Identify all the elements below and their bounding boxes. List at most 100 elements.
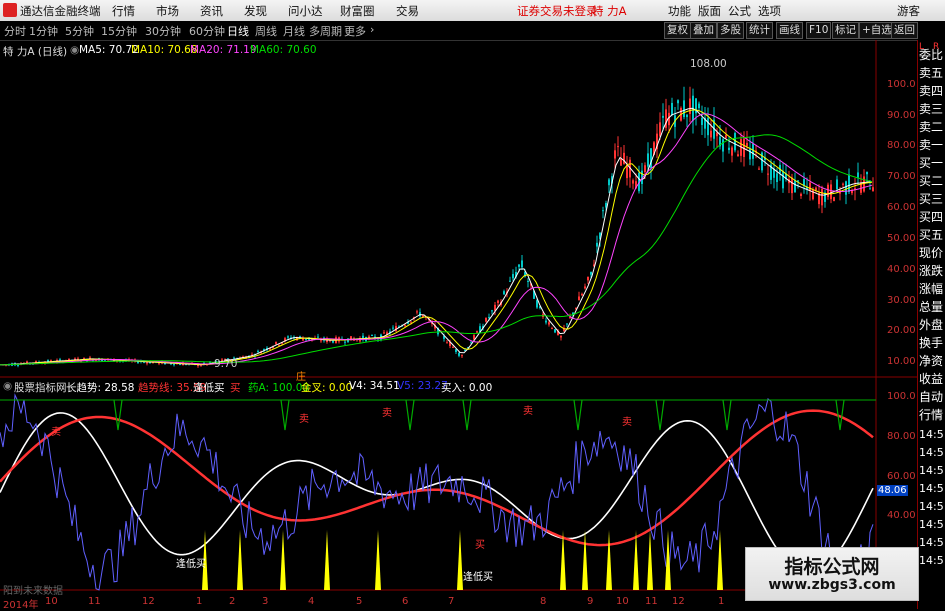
period-weekly[interactable]: 周线 <box>255 23 277 39</box>
period-5min[interactable]: 5分钟 <box>65 23 94 39</box>
indicator-item: 金叉: 0.00 <box>301 382 353 394</box>
back-button[interactable]: 返回 <box>891 22 918 39</box>
period-15min[interactable]: 15分钟 <box>101 23 137 39</box>
side-item[interactable]: 买四 <box>919 208 945 226</box>
side-item[interactable]: 自动 <box>919 388 945 406</box>
side-item[interactable]: 净资 <box>919 352 945 370</box>
candle-body <box>746 142 748 146</box>
time-item: 14:5 <box>919 446 944 459</box>
period-monthly[interactable]: 月线 <box>283 23 305 39</box>
period-60min[interactable]: 60分钟 <box>189 23 225 39</box>
f10-button[interactable]: F10 <box>806 22 832 39</box>
candle-body <box>491 310 493 312</box>
buy-dip-annotation: 逢低买 <box>176 559 206 570</box>
candle-body <box>371 335 373 337</box>
side-item[interactable]: 行情 <box>919 406 945 424</box>
candle-body <box>545 320 547 323</box>
candle-body <box>410 321 412 323</box>
side-item[interactable]: 卖一 <box>919 136 945 154</box>
side-item[interactable]: 总量 <box>919 298 945 316</box>
chart-canvas[interactable] <box>0 40 917 609</box>
candle-body <box>416 311 418 313</box>
period-fenshi[interactable]: 分时 <box>4 23 26 39</box>
candle-body <box>305 339 307 341</box>
green-spike <box>655 399 665 431</box>
menu-wenxiaoda[interactable]: 问小达 <box>288 3 323 19</box>
menu-faxian[interactable]: 发现 <box>244 3 267 19</box>
period-more[interactable]: 更多 <box>344 23 366 39</box>
fuquan-button[interactable]: 复权 <box>664 22 691 39</box>
candle-body <box>800 193 802 197</box>
tongji-button[interactable]: 统计 <box>746 22 773 39</box>
menu-jiaoyi[interactable]: 交易 <box>396 3 419 19</box>
menu-caifuquan[interactable]: 财富圈 <box>340 3 375 19</box>
candle-body <box>584 286 586 289</box>
candle-body <box>560 335 562 338</box>
more-arrow-icon[interactable]: › <box>370 23 374 36</box>
menu-gongneng[interactable]: 功能 <box>668 3 691 19</box>
low-price-label: 9.70 <box>214 358 238 370</box>
menu-xuanxiang[interactable]: 选项 <box>758 3 781 19</box>
menu-zixun[interactable]: 资讯 <box>200 3 223 19</box>
side-item[interactable]: 买二 <box>919 172 945 190</box>
menu-hangqing[interactable]: 行情 <box>112 3 135 19</box>
login-warning[interactable]: 证券交易未登录 <box>517 3 598 19</box>
candle-body <box>689 98 691 115</box>
candle-body <box>845 181 847 195</box>
menu-banmian[interactable]: 版面 <box>698 3 721 19</box>
side-item[interactable]: 现价 <box>919 244 945 262</box>
period-1min[interactable]: 1分钟 <box>29 23 58 39</box>
side-item[interactable]: 卖三 <box>919 100 945 118</box>
indicator-ytick: 60.00 <box>887 471 916 482</box>
side-item[interactable]: 卖四 <box>919 82 945 100</box>
price-ytick: 30.00 <box>887 295 916 306</box>
candle-body <box>659 122 661 137</box>
price-ytick: 10.00 <box>887 356 916 367</box>
side-item[interactable]: 卖五 <box>919 64 945 82</box>
indicator-settings-icon[interactable]: ◉ <box>3 380 12 392</box>
side-item[interactable]: 卖二 <box>919 118 945 136</box>
period-multi[interactable]: 多周期 <box>309 23 342 39</box>
side-item[interactable]: 买三 <box>919 190 945 208</box>
signal-bar <box>606 530 612 590</box>
side-item[interactable]: 换手 <box>919 334 945 352</box>
period-30min[interactable]: 30分钟 <box>145 23 181 39</box>
duogu-button[interactable]: 多股 <box>717 22 744 39</box>
candle-body <box>302 338 304 341</box>
side-item[interactable]: 涨幅 <box>919 280 945 298</box>
candle-body <box>794 180 796 193</box>
green-spike <box>573 399 583 431</box>
guest-label[interactable]: 游客 <box>897 3 920 19</box>
signal-bar <box>375 530 381 590</box>
candle-body <box>632 180 634 184</box>
period-daily[interactable]: 日线 <box>227 23 249 39</box>
side-item[interactable]: 买一 <box>919 154 945 172</box>
side-item[interactable]: 涨跌 <box>919 262 945 280</box>
candle-body <box>782 171 784 189</box>
side-item[interactable]: 买五 <box>919 226 945 244</box>
menu-shichang[interactable]: 市场 <box>156 3 179 19</box>
biaoji-button[interactable]: 标记 <box>832 22 859 39</box>
candle-body <box>749 148 751 160</box>
price-ytick: 40.00 <box>887 264 916 275</box>
watermark-title: 指标公式网 <box>784 556 880 578</box>
candle-body <box>872 187 874 192</box>
app-title: 通达信金融终端 <box>20 4 101 18</box>
candle-body <box>701 117 703 125</box>
huaxian-button[interactable]: 画线 <box>776 22 803 39</box>
candle-body <box>725 134 727 138</box>
xtick: 6 <box>402 596 409 607</box>
side-item[interactable]: 委比 <box>919 46 945 64</box>
side-item[interactable]: 外盘 <box>919 316 945 334</box>
candle-body <box>833 197 835 202</box>
settings-icon[interactable]: ◉ <box>70 44 79 56</box>
add-favorite-button[interactable]: +自选 <box>859 22 895 39</box>
candle-body <box>476 331 478 333</box>
side-item[interactable]: 收益 <box>919 370 945 388</box>
candle-body <box>383 332 385 334</box>
candle-body <box>257 350 259 352</box>
diejia-button[interactable]: 叠加 <box>690 22 717 39</box>
candle-body <box>731 147 733 156</box>
indicator-item: 长趋势: 28.58 <box>66 382 135 394</box>
menu-gongshi[interactable]: 公式 <box>728 3 751 19</box>
